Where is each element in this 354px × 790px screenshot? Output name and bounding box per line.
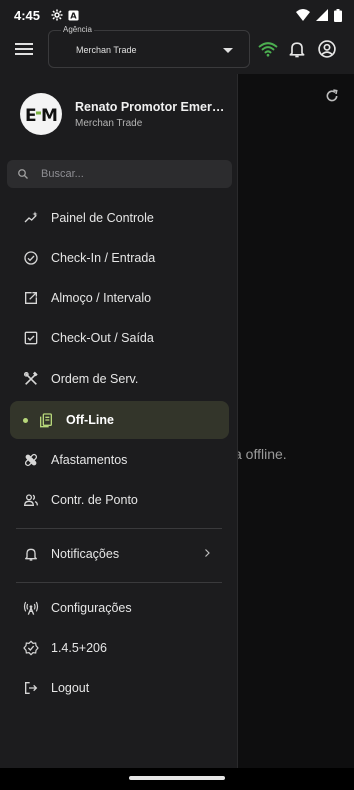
wifi-status-icon <box>296 9 310 21</box>
company-logo-icon: E M <box>21 94 61 134</box>
version-badge-icon <box>23 640 39 656</box>
profile-header: E M Renato Promotor Emerc... Merchan Tra… <box>0 74 238 154</box>
svg-text:M: M <box>41 106 58 126</box>
nav-item-almoco[interactable]: Almoço / Intervalo <box>10 279 229 317</box>
bandage-icon <box>24 453 38 467</box>
nav-item-label: Almoço / Intervalo <box>51 291 152 305</box>
status-bar: 4:45 A <box>0 0 354 30</box>
logout-icon <box>25 682 38 694</box>
nav-item-afastamentos[interactable]: Afastamentos <box>10 441 229 479</box>
people-icon <box>23 494 38 506</box>
nav-item-label: Ordem de Serv. <box>51 372 139 386</box>
main-content: a offline. <box>234 74 354 768</box>
nav-item-configuracoes[interactable]: Configurações <box>10 589 229 627</box>
status-time: 4:45 <box>14 7 41 23</box>
agency-label: Agência <box>61 25 94 34</box>
notification-a-icon: A <box>68 9 79 20</box>
checkbox-icon <box>24 331 38 345</box>
user-name: Renato Promotor Emerc... <box>75 100 225 114</box>
divider <box>16 528 222 529</box>
nav-item-label: Afastamentos <box>51 453 128 467</box>
chevron-right-icon <box>205 549 210 557</box>
refresh-icon[interactable] <box>324 88 340 104</box>
offline-device-icon <box>40 413 52 428</box>
svg-text:E: E <box>25 106 37 126</box>
nav-item-label: Configurações <box>51 601 132 615</box>
active-indicator <box>23 417 28 423</box>
battery-icon <box>334 8 342 22</box>
nav-item-check-in[interactable]: Check-In / Entrada <box>10 239 229 277</box>
nav-item-label: Notificações <box>51 547 120 561</box>
offline-message: a offline. <box>234 446 287 462</box>
open-external-icon <box>25 292 37 304</box>
nav-item-label: Check-In / Entrada <box>51 251 156 265</box>
user-company: Merchan Trade <box>75 118 143 129</box>
wifi-connected-icon[interactable] <box>258 39 278 59</box>
search-input[interactable]: Buscar... <box>7 160 232 188</box>
broadcast-tower-icon <box>23 601 39 615</box>
nav-item-contr-de-ponto[interactable]: Contr. de Ponto <box>10 481 229 519</box>
nav-item-label: Logout <box>51 681 90 695</box>
avatar: E M <box>20 93 62 135</box>
bell-icon <box>25 548 37 561</box>
bell-icon[interactable] <box>287 39 307 59</box>
nav-item-notificacoes[interactable]: Notificações <box>10 535 229 573</box>
nav-item-check-out[interactable]: Check-Out / Saída <box>10 319 229 357</box>
menu-button[interactable] <box>13 40 35 62</box>
system-nav-bar <box>0 768 354 790</box>
settings-gear-icon <box>51 9 63 21</box>
nav-item-label: Painel de Controle <box>51 211 154 225</box>
nav-item-ordem-de-serv[interactable]: Ordem de Serv. <box>10 360 229 398</box>
nav-item-label: Off-Line <box>66 413 114 427</box>
search-icon <box>18 169 28 179</box>
search-placeholder: Buscar... <box>41 168 84 180</box>
nav-item-painel-de-controle[interactable]: Painel de Controle <box>10 199 229 237</box>
navigation-drawer: E M Renato Promotor Emerc... Merchan Tra… <box>0 74 238 768</box>
agency-select[interactable]: Agência Merchan Trade <box>48 25 250 68</box>
tools-icon <box>24 371 38 385</box>
nav-item-version[interactable]: 1.4.5+206 <box>10 629 229 667</box>
dashboard-sparkle-icon <box>24 211 38 223</box>
nav-item-logout[interactable]: Logout <box>10 669 229 707</box>
dropdown-caret-icon <box>223 48 233 53</box>
agency-value: Merchan Trade <box>76 45 137 55</box>
nav-item-label: Contr. de Ponto <box>51 493 138 507</box>
svg-text:A: A <box>70 10 77 20</box>
app-bar: Agência Merchan Trade <box>0 25 354 74</box>
signal-icon <box>316 9 328 21</box>
nav-item-off-line[interactable]: Off-Line <box>10 401 229 439</box>
home-gesture-handle[interactable] <box>129 776 225 780</box>
account-icon[interactable] <box>317 39 337 59</box>
nav-item-label: Check-Out / Saída <box>51 331 154 345</box>
check-circle-icon <box>24 251 38 265</box>
nav-item-label: 1.4.5+206 <box>51 641 107 655</box>
divider <box>16 582 222 583</box>
